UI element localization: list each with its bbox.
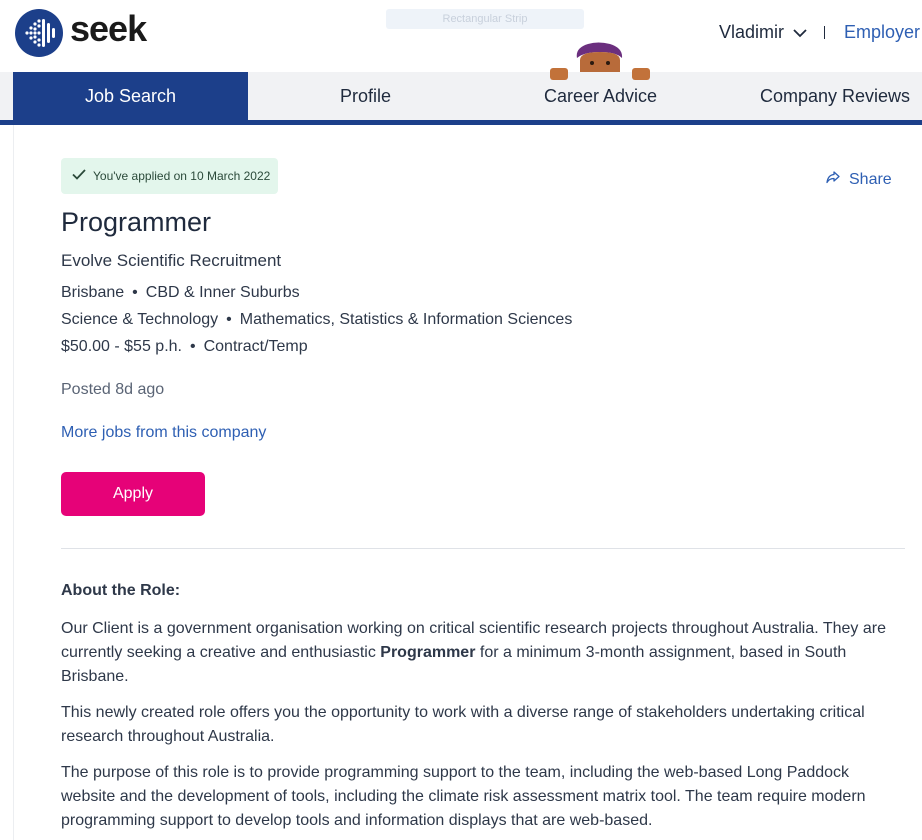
job-classification-line: Science & Technology • Mathematics, Statis… <box>61 311 573 328</box>
chevron-down-icon <box>793 22 807 43</box>
about-role-heading: About the Role: <box>61 582 181 599</box>
area: CBD & Inner Suburbs <box>145 284 300 301</box>
logo-wordmark[interactable]: seek <box>70 8 147 50</box>
location: Brisbane <box>61 284 125 301</box>
job-salary-line: $50.00 - $55 p.h. • Contract/Temp <box>61 338 308 355</box>
ad-strip: Rectangular Strip <box>386 9 584 29</box>
classification: Science & Technology <box>61 311 219 328</box>
salary: $50.00 - $55 p.h. <box>61 338 182 355</box>
user-name: Vladimir <box>719 22 785 42</box>
description-paragraph-3: The purpose of this role is to provide p… <box>61 764 866 829</box>
main-nav: Job Search Profile Career Advice Company… <box>0 72 922 120</box>
share-icon <box>826 170 840 189</box>
posted-date: Posted 8d ago <box>61 381 165 398</box>
employer-link[interactable]: Employer <box>844 22 920 43</box>
work-type: Contract/Temp <box>203 338 308 355</box>
more-jobs-link[interactable]: More jobs from this company <box>61 424 266 442</box>
peeking-mascot-icon <box>550 42 650 84</box>
check-icon <box>72 169 86 183</box>
tab-profile[interactable]: Profile <box>248 72 483 120</box>
section-divider <box>61 548 905 549</box>
description-paragraph-2: This newly created role offers you the o… <box>61 704 865 745</box>
apply-button[interactable]: Apply <box>61 472 205 516</box>
site-header: seek Rectangular Strip Vladimir Employer <box>0 0 922 72</box>
company-name[interactable]: Evolve Scientific Recruitment <box>61 251 281 271</box>
sub-classification: Mathematics, Statistics & Information Sc… <box>239 311 573 328</box>
seek-logo-icon[interactable] <box>15 9 63 57</box>
description-paragraph-1: Our Client is a government organisation … <box>61 617 891 689</box>
tab-job-search[interactable]: Job Search <box>13 72 248 120</box>
applied-text: You've applied on 10 March 2022 <box>93 169 271 183</box>
applied-status-badge: You've applied on 10 March 2022 <box>61 158 278 194</box>
job-title: Programmer <box>61 207 212 237</box>
user-menu[interactable]: Vladimir <box>719 22 807 43</box>
tab-company-reviews[interactable]: Company Reviews <box>718 72 922 120</box>
share-button[interactable]: Share <box>826 170 892 189</box>
header-divider <box>824 26 825 39</box>
paragraph-bold-text: Programmer <box>380 644 476 661</box>
share-label: Share <box>849 170 892 188</box>
job-location-line: Brisbane • CBD & Inner Suburbs <box>61 284 300 301</box>
